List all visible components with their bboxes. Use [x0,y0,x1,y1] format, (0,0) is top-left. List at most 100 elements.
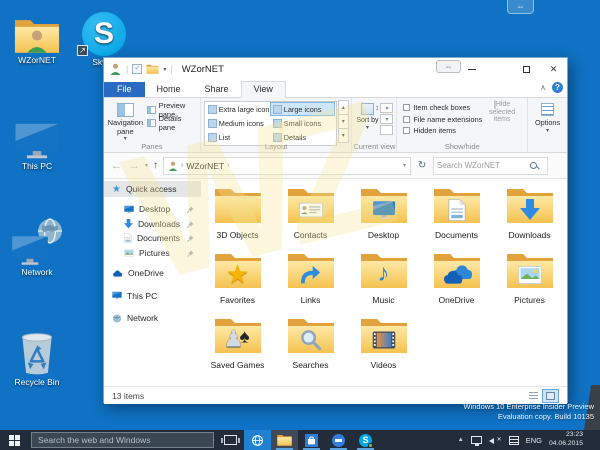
hidden-items-checkbox[interactable]: Hidden items [403,125,527,137]
checkbox-icon [403,116,410,123]
taskbar-search-box[interactable] [31,432,214,448]
start-button[interactable] [0,430,28,450]
taskbar-clock[interactable]: 23:23 04.06.2015 [549,431,586,449]
file-tile-contacts[interactable]: Contacts [274,184,347,249]
sidebar-item-desktop[interactable]: Desktop [104,202,201,217]
layout-scroll-down[interactable]: ▾ [338,114,349,129]
desktop-icon-recycle-bin[interactable]: Recycle Bin [8,328,66,387]
add-columns-button[interactable]: ▾ [380,114,393,124]
folder-icon [214,186,262,224]
desktop-icon-label: Network [8,268,66,277]
desktop-icon-label: Recycle Bin [8,378,66,387]
sidebar-item-quick-access[interactable]: ★ Quick access [104,181,201,197]
navigation-pane-icon [117,103,134,117]
store-button[interactable] [298,430,325,450]
desktop: { "desktop": { "icons": [ { "label": "WZ… [0,0,600,450]
address-field[interactable]: › WZorNET › ▾ [163,157,411,175]
qat-properties-button[interactable]: ✓ [132,64,142,74]
group-by-button[interactable]: ▾ [380,103,393,113]
edge-browser-button[interactable] [244,430,271,450]
details-pane-button[interactable]: Details pane [147,117,200,129]
size-columns-button[interactable] [380,125,393,135]
file-tile-documents[interactable]: Documents [420,184,493,249]
file-tile-searches[interactable]: Searches [274,314,347,379]
language-indicator[interactable]: ENG [526,436,542,445]
file-explorer-icon [277,434,292,446]
file-tile-pictures[interactable]: Pictures [493,249,566,314]
layout-scroll-up[interactable]: ▴ [338,100,349,115]
qat-customize-icon[interactable]: ▾ [163,66,166,73]
forward-button[interactable]: → [127,160,142,172]
hide-selected-icon [494,100,496,109]
up-button[interactable]: ↑ [151,160,160,171]
desktop-icon-network[interactable]: Network [8,218,66,277]
options-button[interactable]: Options▾ [535,100,560,152]
file-tile-3d-objects[interactable]: 3D Objects [201,184,274,249]
thumbnails-view-button[interactable] [542,389,559,403]
layout-more-button[interactable]: ▾ [338,128,349,143]
title-bar[interactable]: | ✓ ▾ | WZorNET ⇔ ✕ [104,58,567,80]
volume-muted-icon[interactable] [489,436,502,445]
sort-by-icon [361,103,374,115]
checkbox-icon [403,104,410,111]
maximize-button[interactable] [513,58,540,80]
address-dropdown-icon[interactable]: ▾ [403,162,406,169]
sidebar-item-downloads[interactable]: Downloads [104,217,201,232]
search-box[interactable] [433,157,548,175]
taskbar-search-input[interactable] [38,435,207,445]
details-pane-icon [147,119,156,127]
search-input[interactable] [437,161,529,170]
layout-small-icons[interactable]: Small icons [270,116,335,130]
breadcrumb[interactable]: WZorNET [186,161,224,171]
task-view-button[interactable] [217,430,244,450]
teamviewer-button[interactable] [325,430,352,450]
system-tray: ▲ ENG 23:23 04.06.2015 [458,430,600,450]
quickconnect-button[interactable]: ⇔ [507,0,534,14]
ribbon-group-current-view: Sort by▾ ▾ ▾ Current view [352,98,397,152]
file-explorer-button[interactable] [271,430,298,450]
file-tile-links[interactable]: Links [274,249,347,314]
file-tile-favorites[interactable]: ★ Favorites [201,249,274,314]
file-tile-downloads[interactable]: Downloads [493,184,566,249]
tab-view[interactable]: View [241,81,286,98]
layout-large-icons[interactable]: Large icons [270,102,335,116]
file-tile-music[interactable]: ♪ Music [347,249,420,314]
contacts-icon [299,202,323,217]
sidebar-item-onedrive[interactable]: OneDrive [104,266,201,281]
action-center-icon[interactable] [509,436,519,445]
recent-locations-icon[interactable]: ▾ [145,162,148,169]
tab-home[interactable]: Home [145,82,193,97]
sidebar-item-this-pc[interactable]: This PC [104,289,201,304]
tab-share[interactable]: Share [193,82,241,97]
help-icon[interactable]: ? [552,82,563,93]
layout-extra-large-icons[interactable]: Extra large icons [205,102,270,116]
close-button[interactable]: ✕ [540,58,567,80]
qat-new-folder-button[interactable] [146,64,159,74]
this-pc-icon [112,291,122,300]
shortcut-arrow-icon: ↗ [77,45,88,56]
sidebar-item-pictures[interactable]: Pictures [104,246,201,261]
file-tile-videos[interactable]: Videos [347,314,420,379]
minimize-button[interactable] [458,58,485,80]
window-title: WZorNET [182,64,224,75]
documents-icon [448,198,466,221]
desktop-icon-this-pc[interactable]: This PC [8,112,66,171]
sidebar-item-network[interactable]: Network [104,311,201,326]
collapse-ribbon-icon[interactable]: ∧ [540,83,546,92]
layout-medium-icons[interactable]: Medium icons [205,116,270,130]
tray-expand-icon[interactable]: ▲ [458,437,464,443]
details-view-button[interactable] [525,389,542,403]
layout-icon [208,133,217,142]
tab-file[interactable]: File [104,82,145,97]
refresh-button[interactable]: ↻ [414,157,430,175]
address-bar: ← → ▾ ↑ › WZorNET › ▾ ↻ [104,153,567,179]
file-tile-desktop[interactable]: Desktop [347,184,420,249]
hide-selected-items-button[interactable]: Hide selected items [480,101,524,124]
sidebar-item-documents[interactable]: Documents [104,231,201,246]
file-tile-saved-games[interactable]: ♠ ♟ Saved Games [201,314,274,379]
network-tray-icon[interactable] [471,436,482,444]
file-tile-onedrive[interactable]: OneDrive [420,249,493,314]
skype-button[interactable]: S [352,430,379,450]
back-button[interactable]: ← [109,160,124,172]
desktop-icon-wzornet[interactable]: WZorNET [8,6,66,65]
